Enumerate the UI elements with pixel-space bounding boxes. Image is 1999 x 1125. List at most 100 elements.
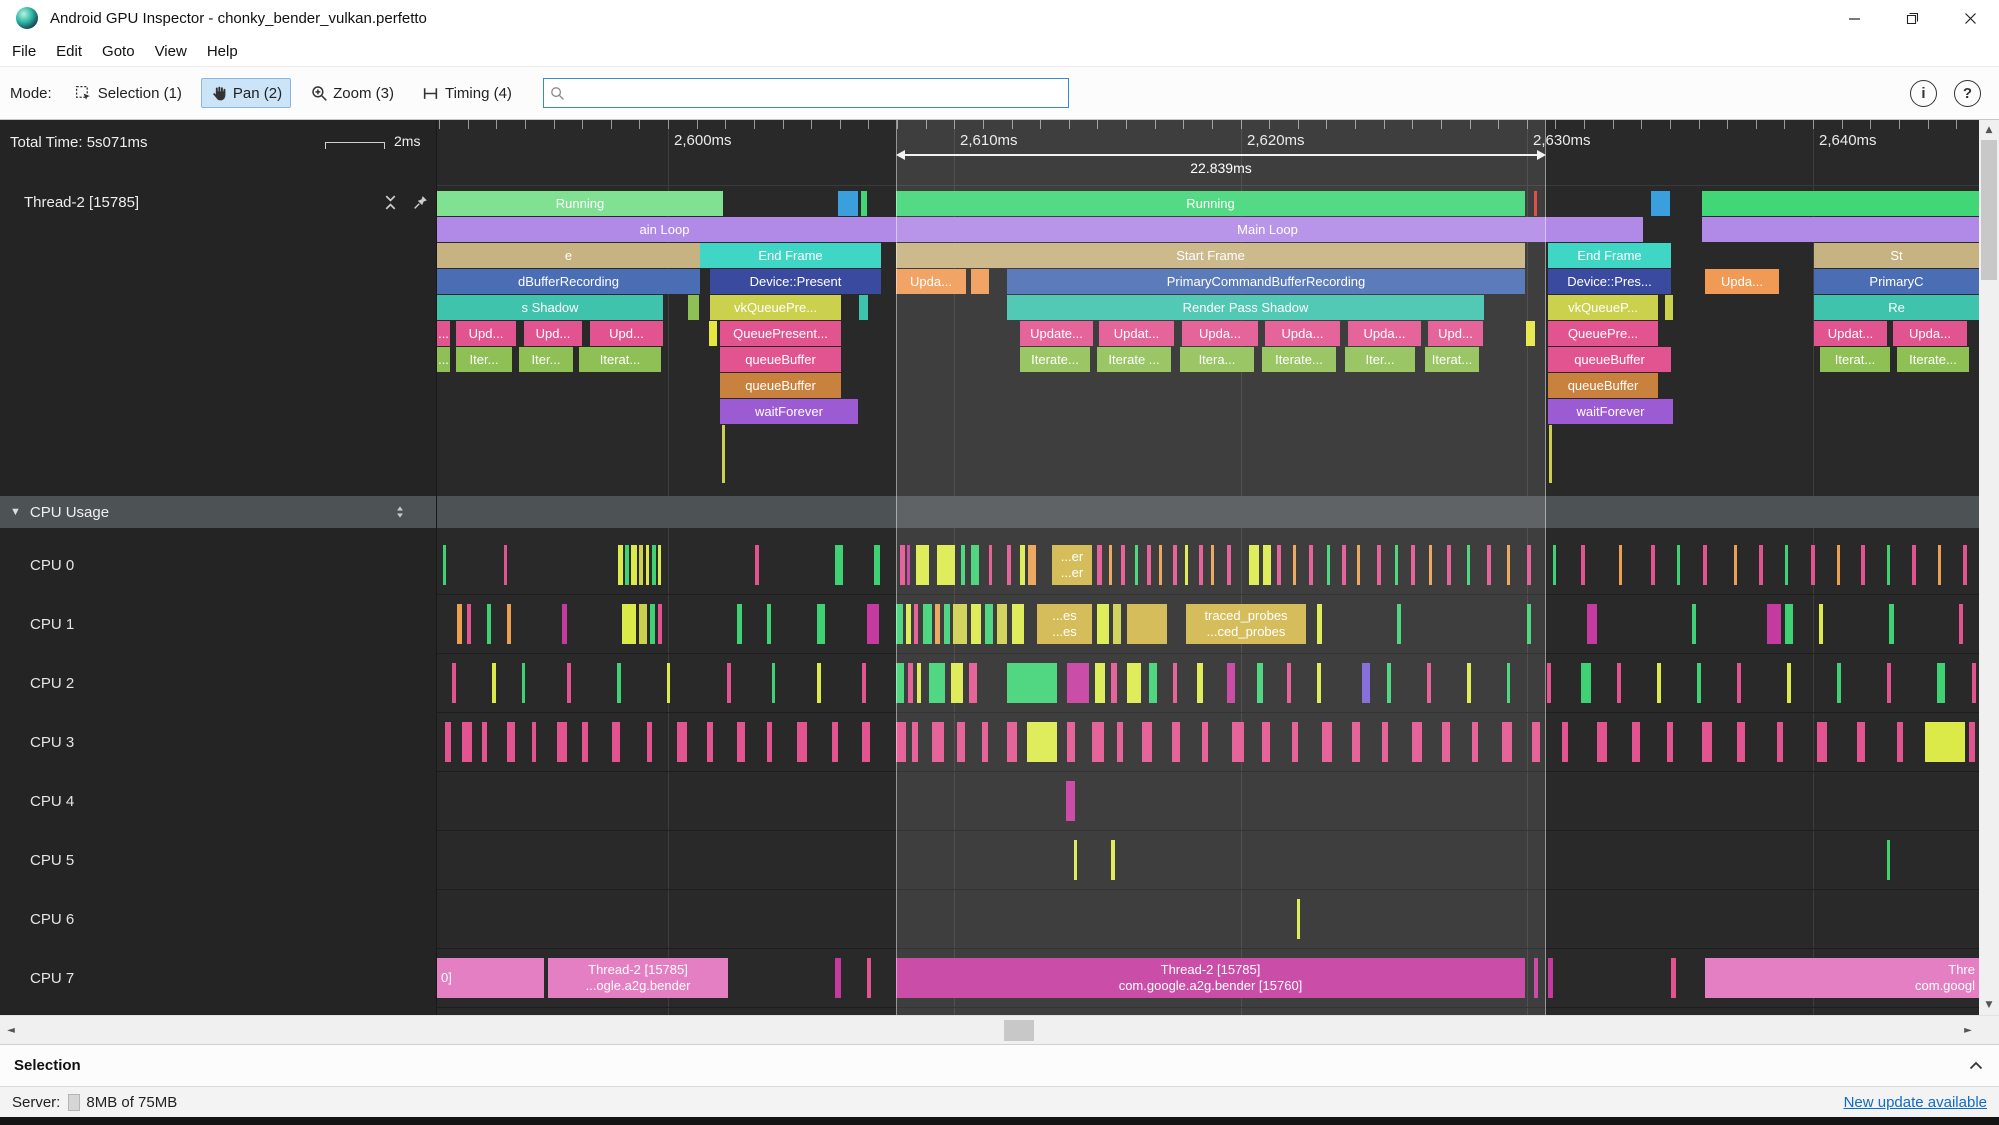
cpu-slice[interactable] <box>443 545 446 585</box>
trace-slice[interactable]: ... <box>437 347 450 372</box>
cpu-slice[interactable] <box>1387 663 1391 703</box>
trace-slice[interactable] <box>1702 191 1979 216</box>
menu-help[interactable]: Help <box>197 36 248 66</box>
menu-edit[interactable]: Edit <box>46 36 92 66</box>
cpu-slice[interactable] <box>1097 604 1109 644</box>
cpu-slice[interactable] <box>1362 663 1370 703</box>
cpu-slice[interactable] <box>1173 663 1177 703</box>
cpu-slice[interactable] <box>622 604 636 644</box>
cpu-slice[interactable] <box>1127 663 1141 703</box>
cpu-slice[interactable] <box>969 663 977 703</box>
cpu-slice[interactable] <box>1263 545 1271 585</box>
trace-slice[interactable] <box>1651 191 1670 216</box>
cpu-slice[interactable] <box>1277 545 1281 585</box>
cpu-slice[interactable] <box>1357 545 1360 585</box>
cpu-slice[interactable]: Thread-2 [15785] ...ogle.a2g.bender <box>548 958 728 998</box>
trace-slice[interactable] <box>709 321 717 346</box>
cpu-slice[interactable] <box>631 545 637 585</box>
trace-slice[interactable]: PrimaryCommandBufferRecording <box>1007 269 1525 294</box>
cpu-slice[interactable] <box>646 545 649 585</box>
cpu-slice[interactable]: 0] <box>437 958 544 998</box>
sort-icon[interactable] <box>392 504 408 520</box>
cpu-slice[interactable] <box>487 604 491 644</box>
cpu-slice[interactable] <box>1297 899 1300 939</box>
trace-slice[interactable]: Iter... <box>1345 347 1415 372</box>
cpu-slice[interactable] <box>755 545 759 585</box>
cpu-slice[interactable] <box>522 663 525 703</box>
cpu-slice[interactable] <box>1007 722 1017 762</box>
cpu-slice[interactable] <box>1185 545 1188 585</box>
cpu-slice[interactable] <box>1287 663 1291 703</box>
menu-view[interactable]: View <box>145 36 197 66</box>
cpu-slice[interactable] <box>1692 604 1696 644</box>
cpu-slice[interactable] <box>935 604 940 644</box>
cpu-slice[interactable] <box>937 545 955 585</box>
cpu-slice[interactable] <box>1897 722 1903 762</box>
cpu-usage-header[interactable]: ▼ CPU Usage <box>0 496 436 528</box>
cpu-slice[interactable] <box>1411 545 1415 585</box>
cpu-slice[interactable] <box>932 722 944 762</box>
cpu-slice[interactable] <box>582 722 588 762</box>
vertical-scroll-thumb[interactable] <box>1981 140 1997 280</box>
scroll-down-icon[interactable]: ▼ <box>1979 995 1999 1015</box>
cpu-slice[interactable] <box>639 545 643 585</box>
cpu-slice[interactable] <box>835 958 841 998</box>
trace-slice[interactable]: Iterat... <box>1820 347 1890 372</box>
trace-slice[interactable] <box>1534 191 1537 216</box>
cpu-slice[interactable] <box>658 545 661 585</box>
trace-slice[interactable]: Iter... <box>456 347 512 372</box>
cpu-slice[interactable] <box>1632 722 1640 762</box>
mode-button-zoom[interactable]: Zoom (3) <box>301 78 403 108</box>
cpu-slice[interactable] <box>982 722 988 762</box>
cpu-slice[interactable] <box>832 722 838 762</box>
cpu-slice[interactable] <box>797 722 807 762</box>
trace-slice[interactable]: queueBuffer <box>720 347 841 372</box>
cpu-slice[interactable] <box>1487 545 1491 585</box>
cpu-slice[interactable] <box>767 722 772 762</box>
cpu-slice[interactable] <box>1249 545 1259 585</box>
cpu-slice[interactable] <box>532 722 536 762</box>
cpu-slice[interactable] <box>482 722 487 762</box>
cpu-slice[interactable] <box>507 604 511 644</box>
cpu-slice[interactable] <box>1938 545 1941 585</box>
search-box[interactable] <box>542 78 1069 108</box>
cpu-slice[interactable] <box>1889 604 1894 644</box>
cpu-slice[interactable] <box>1020 545 1025 585</box>
chevron-up-icon[interactable] <box>1967 1057 1985 1075</box>
trace-slice[interactable]: ain Loop <box>437 217 892 242</box>
cpu-slice[interactable] <box>647 722 652 762</box>
cpu-slice[interactable] <box>1097 545 1102 585</box>
cpu-slice[interactable] <box>639 604 647 644</box>
cpu-slice[interactable] <box>1472 722 1478 762</box>
cpu-slice[interactable] <box>625 545 629 585</box>
cpu-slice[interactable] <box>957 722 965 762</box>
cpu-slice[interactable] <box>1532 722 1540 762</box>
cpu-slice[interactable] <box>1173 545 1177 585</box>
trace-slice[interactable] <box>838 191 858 216</box>
trace-slice[interactable]: Upda... <box>1348 321 1421 346</box>
trace-slice[interactable]: Itera... <box>1180 347 1254 372</box>
cpu-slice[interactable] <box>1309 545 1313 585</box>
cpu-slice[interactable] <box>1111 663 1117 703</box>
trace-slice[interactable]: QueuePresent... <box>720 321 841 346</box>
trace-slice[interactable]: Running <box>437 191 723 216</box>
cpu-slice[interactable] <box>1352 722 1360 762</box>
minimize-button[interactable] <box>1825 0 1883 36</box>
cpu-slice[interactable] <box>1066 781 1075 821</box>
cpu-slice[interactable] <box>1327 545 1330 585</box>
cpu-slice[interactable] <box>1293 545 1296 585</box>
cpu-slice[interactable] <box>772 663 775 703</box>
trace-slice[interactable]: St <box>1814 243 1979 268</box>
cpu-slice[interactable] <box>1159 545 1162 585</box>
cpu-slice[interactable] <box>1817 722 1827 762</box>
cpu-slice[interactable] <box>1027 722 1057 762</box>
cpu-slice[interactable] <box>1785 545 1788 585</box>
cpu-slice[interactable] <box>1342 545 1346 585</box>
cpu-slice[interactable] <box>1397 604 1401 644</box>
cpu-slice[interactable] <box>1442 722 1450 762</box>
cpu-slice[interactable] <box>1697 663 1701 703</box>
cpu-slice[interactable] <box>916 545 929 585</box>
cpu-slice[interactable] <box>1007 663 1057 703</box>
cpu-slice[interactable]: ...er ...er <box>1052 545 1092 585</box>
cpu-slice[interactable] <box>1819 604 1823 644</box>
